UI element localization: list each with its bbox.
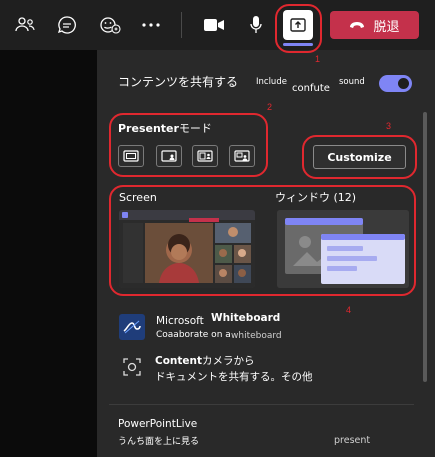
panel-scrollbar[interactable] <box>423 112 427 382</box>
section-divider <box>109 404 414 405</box>
screen-label: Screen <box>119 191 157 204</box>
powerpoint-live-sub: うんち面を上に見る <box>118 437 200 447</box>
presenter-mode-title: Presenterモード <box>118 120 212 136</box>
content-from-camera: カメラから <box>202 355 255 367</box>
sound-label: sound <box>339 77 365 87</box>
content-description: ドキュメントを共有する。その他 <box>155 371 313 383</box>
presenter-mode-content-only[interactable] <box>118 145 144 167</box>
people-icon[interactable] <box>10 10 40 40</box>
hang-up-icon <box>350 22 365 28</box>
window-preview-image <box>277 210 409 288</box>
presenter-label: Presenter <box>118 122 179 135</box>
reporter-icon <box>234 150 250 162</box>
whiteboard-sub-b: whiteboard <box>231 331 282 341</box>
whiteboard-sub-a: Coaaborate on a <box>156 330 231 340</box>
include-sublabel: confute <box>292 83 330 94</box>
screen-thumbnail[interactable] <box>119 210 255 288</box>
annotation-3: 3 <box>386 121 392 131</box>
more-icon[interactable] <box>136 10 166 40</box>
toolbar-separator <box>181 12 182 38</box>
presenter-mode-side-by-side[interactable] <box>192 145 218 167</box>
camera-icon[interactable] <box>199 10 229 40</box>
include-label: Include <box>256 77 287 87</box>
whiteboard-name[interactable]: Whiteboard <box>211 312 280 324</box>
annotation-1: 1 <box>315 54 321 64</box>
customize-button[interactable]: Customize <box>313 145 406 169</box>
content-only-icon <box>123 150 139 162</box>
annotation-box-1 <box>275 4 322 53</box>
mode-label: モード <box>178 122 212 135</box>
content-label: Content <box>155 355 203 367</box>
screen-preview-image <box>119 210 255 288</box>
meeting-stage <box>0 50 97 457</box>
presenter-mode-reporter[interactable] <box>229 145 255 167</box>
window-thumbnail[interactable] <box>277 210 409 288</box>
standout-icon <box>161 150 177 162</box>
side-by-side-icon <box>197 150 213 162</box>
include-sound-toggle[interactable] <box>379 75 412 92</box>
window-label: ウィンドウ (12) <box>275 191 357 204</box>
leave-label: 脱退 <box>373 19 400 35</box>
toggle-knob <box>398 78 409 89</box>
annotation-4: 4 <box>346 305 352 315</box>
meeting-toolbar: 脱退 <box>0 0 435 50</box>
content-camera-icon <box>121 356 143 378</box>
mic-icon[interactable] <box>241 10 271 40</box>
whiteboard-icon <box>119 314 145 340</box>
chat-icon[interactable] <box>52 10 82 40</box>
powerpoint-live-label[interactable]: PowerPointLive <box>118 418 197 430</box>
whiteboard-app-label[interactable]: Microsoft <box>156 315 204 327</box>
annotation-2: 2 <box>267 102 273 112</box>
leave-button[interactable]: 脱退 <box>330 11 419 39</box>
present-label[interactable]: present <box>334 435 370 446</box>
share-heading: コンテンツを共有する <box>118 75 239 89</box>
content-title[interactable]: Contentカメラから <box>155 353 255 368</box>
presenter-mode-standout[interactable] <box>156 145 182 167</box>
react-icon[interactable] <box>95 10 125 40</box>
